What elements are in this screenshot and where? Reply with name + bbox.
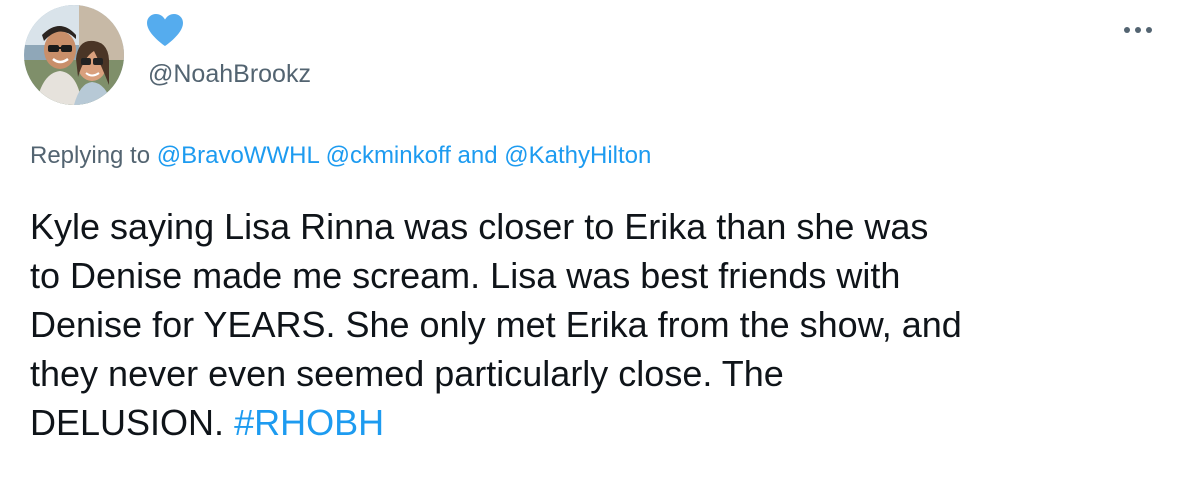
user-handle[interactable]: @NoahBrookz [148,56,311,92]
hashtag-link[interactable]: #RHOBH [234,402,384,443]
mention-link[interactable]: @BravoWWHL [157,142,319,169]
tweet-text-last-line: DELUSION. #RHOBH [30,398,1155,447]
avatar-photo [24,5,124,105]
tweet-text-line: Kyle saying Lisa Rinna was closer to Eri… [30,206,929,247]
conjunction-text: and [457,142,498,169]
tweet-text: Kyle saying Lisa Rinna was closer to Eri… [30,202,1155,447]
tweet-text-segment: DELUSION. [30,402,225,443]
replying-to: Replying to @BravoWWHL @ckminkoff and @K… [30,138,651,174]
tweet-text-line: to Denise made me scream. Lisa was best … [30,255,901,296]
avatar[interactable] [24,5,124,105]
display-name[interactable] [146,12,184,48]
tweet-text-line: Denise for YEARS. She only met Erika fro… [30,304,962,345]
mention-link[interactable]: @ckminkoff [326,142,451,169]
tweet-text-line: they never even seemed particularly clos… [30,353,784,394]
more-options-button[interactable] [1118,18,1158,42]
replying-to-label: Replying to [30,142,151,169]
more-horizontal-icon [1124,27,1152,33]
mention-link[interactable]: @KathyHilton [504,142,651,169]
heart-icon [147,14,183,46]
